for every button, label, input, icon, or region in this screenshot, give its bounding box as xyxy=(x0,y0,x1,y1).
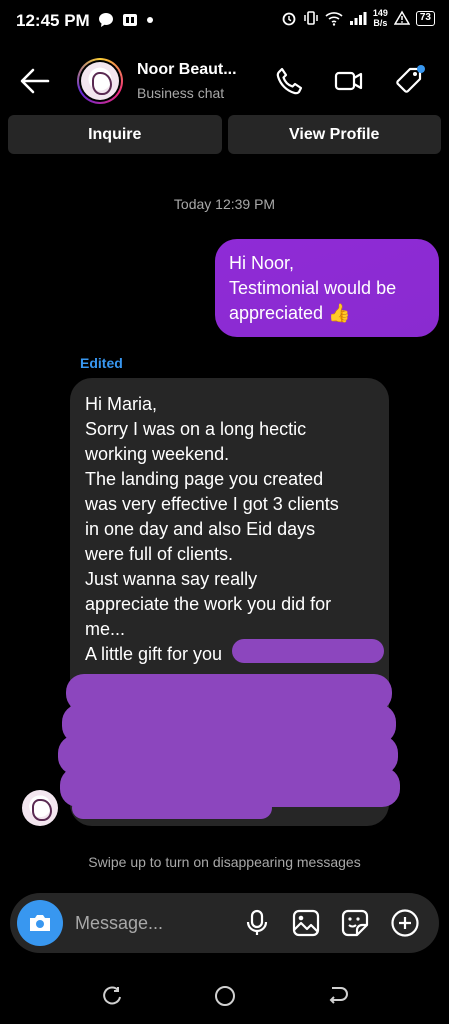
system-navigation-bar xyxy=(0,976,449,1016)
incoming-line: Just wanna say really xyxy=(85,569,258,589)
alarm-icon xyxy=(282,12,296,26)
chat-subtitle: Business chat xyxy=(137,85,225,101)
incoming-line: working weekend. xyxy=(85,444,230,464)
contact-name[interactable]: Noor Beaut... xyxy=(137,61,237,79)
incoming-line: Hi Maria, xyxy=(85,394,158,414)
notification-icons xyxy=(98,12,154,28)
incoming-line: in one day and also Eid days xyxy=(85,519,316,539)
incoming-line: appreciate the work you did for xyxy=(85,594,332,614)
network-speed-unit: B/s xyxy=(373,18,388,28)
message-timestamp: Today 12:39 PM xyxy=(173,196,276,212)
incoming-line: was very effective I got 3 clients xyxy=(85,494,339,514)
chat-header: Noor Beaut... Business chat xyxy=(0,50,449,112)
gallery-icon[interactable] xyxy=(291,908,321,938)
back-arrow-icon[interactable] xyxy=(18,64,52,98)
notification-dot xyxy=(417,65,425,73)
sticker-icon[interactable] xyxy=(340,908,370,938)
warning-icon xyxy=(393,10,410,25)
inquire-button[interactable]: Inquire xyxy=(8,115,222,154)
message-input[interactable] xyxy=(75,911,235,935)
business-actions: Inquire View Profile xyxy=(8,115,441,154)
sender-avatar[interactable] xyxy=(22,790,58,826)
outgoing-line: Testimonial would be xyxy=(229,278,397,298)
microphone-icon[interactable] xyxy=(242,908,272,938)
outgoing-line: Hi Noor, xyxy=(229,253,295,273)
message-composer xyxy=(10,893,439,953)
incoming-line: were full of clients. xyxy=(85,544,234,564)
outgoing-message[interactable]: Hi Noor, Testimonial would be appreciate… xyxy=(215,239,439,337)
contact-avatar[interactable] xyxy=(77,58,123,104)
view-profile-button[interactable]: View Profile xyxy=(227,115,441,154)
status-bar: 12:45 PM 149 B/s 73 xyxy=(0,0,449,44)
battery-level: 73 xyxy=(415,10,435,26)
home-icon[interactable] xyxy=(213,984,237,1008)
camera-icon xyxy=(30,915,50,931)
incoming-line: Sorry I was on a long hectic xyxy=(85,419,307,439)
system-icons: 149 B/s 73 xyxy=(281,8,435,28)
outgoing-line: appreciated 👍 xyxy=(229,303,351,323)
plus-icon[interactable] xyxy=(390,908,420,938)
phone-icon[interactable] xyxy=(274,66,304,96)
app-notification-icon xyxy=(123,14,137,26)
back-nav-icon[interactable] xyxy=(326,984,350,1008)
status-time: 12:45 PM xyxy=(16,11,90,30)
more-notifications-dot-icon xyxy=(147,17,153,23)
edited-label: Edited xyxy=(80,355,123,371)
vibrate-icon xyxy=(304,11,318,25)
disappearing-hint: Swipe up to turn on disappearing message… xyxy=(88,854,361,870)
video-camera-icon[interactable] xyxy=(334,66,364,96)
signal-icon xyxy=(349,12,367,25)
network-speed-value: 149 xyxy=(372,8,388,18)
recents-icon[interactable] xyxy=(100,984,124,1008)
network-speed: 149 B/s xyxy=(373,8,388,28)
message-notification-icon xyxy=(99,13,113,27)
incoming-line: The landing page you created xyxy=(85,469,324,489)
wifi-icon xyxy=(325,12,343,26)
camera-button[interactable] xyxy=(17,900,63,946)
avatar-image xyxy=(81,62,119,100)
